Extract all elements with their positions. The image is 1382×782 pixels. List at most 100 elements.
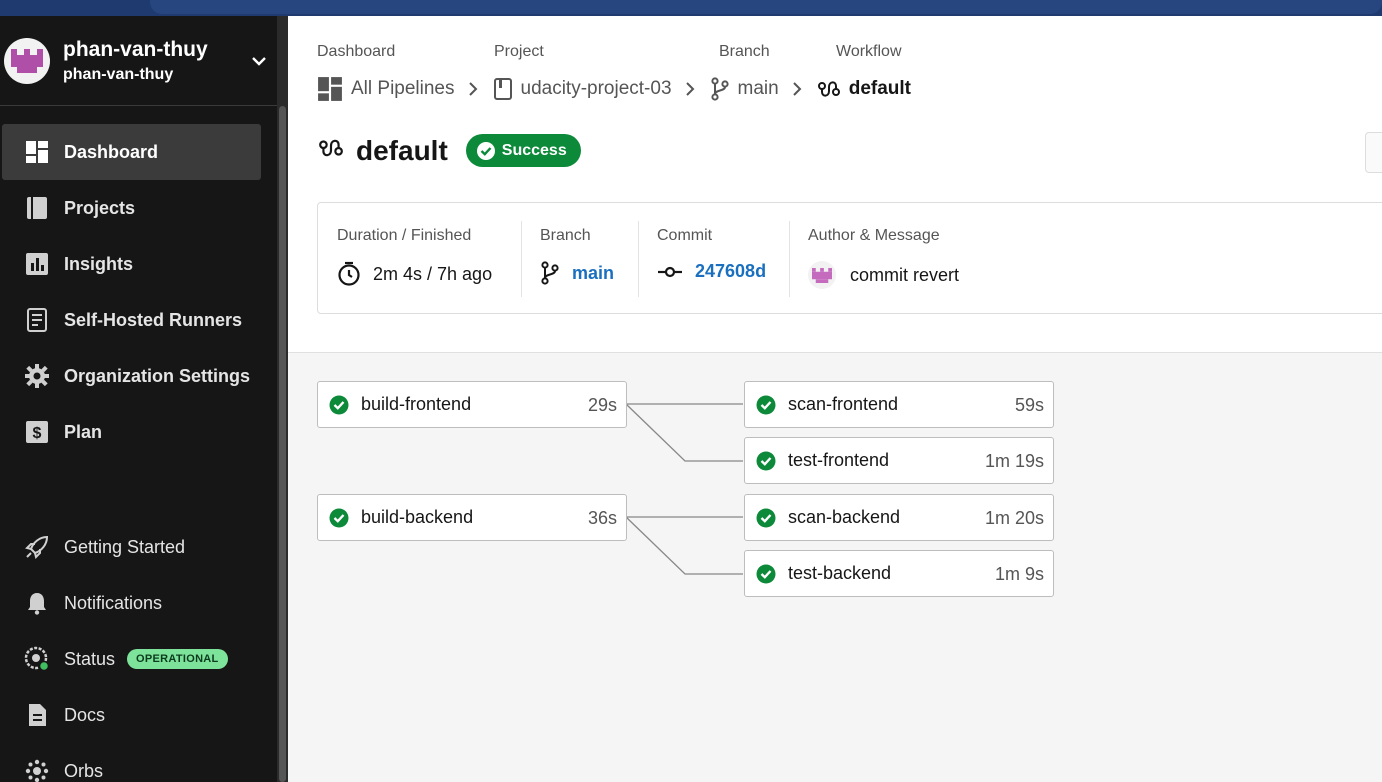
rocket-icon (24, 534, 50, 560)
commit-label: Commit (657, 227, 713, 244)
browser-toolbar (0, 0, 1382, 16)
nav-item-insights[interactable]: Insights (2, 236, 261, 292)
status-badge: OPERATIONAL (127, 649, 228, 669)
job-test-backend[interactable]: test-backend 1m 9s (744, 550, 1054, 597)
project-icon (493, 77, 513, 101)
workflow-title-row: default Success (318, 134, 581, 167)
nav-item-getting-started[interactable]: Getting Started (2, 519, 261, 575)
nav-label: Notifications (64, 592, 163, 613)
nav-item-projects[interactable]: Projects (2, 180, 261, 236)
nav-label: Getting Started (64, 536, 186, 557)
divider (521, 221, 522, 297)
nav-item-docs[interactable]: Docs (2, 687, 261, 743)
breadcrumb-project[interactable]: udacity-project-03 (521, 78, 672, 100)
branch-link[interactable]: main (572, 263, 614, 284)
runners-icon (24, 307, 50, 333)
author-avatar (808, 261, 836, 289)
sidebar-scrollbar[interactable] (277, 16, 288, 782)
nav-label: Orbs (64, 760, 104, 781)
orbs-icon (24, 758, 50, 782)
svg-text:$: $ (33, 425, 42, 442)
dollar-icon: $ (24, 419, 50, 445)
org-avatar (4, 37, 50, 84)
job-name: build-backend (361, 507, 474, 527)
status-badge: Success (465, 134, 581, 167)
scrollbar-thumb[interactable] (279, 106, 286, 782)
gear-icon (24, 363, 50, 389)
org-username: phan-van-thuy (63, 65, 174, 83)
commit-message: commit revert (850, 264, 960, 285)
chevron-right-icon (791, 81, 803, 97)
workflow-graph: build-frontend 29s scan-frontend 59s tes… (288, 354, 1382, 782)
workflow-icon (318, 136, 344, 165)
dashboard-icon (24, 139, 50, 165)
job-duration: 29s (587, 395, 617, 415)
success-check-icon (756, 564, 776, 583)
chevron-right-icon (467, 81, 479, 97)
job-build-backend[interactable]: build-backend 36s (317, 494, 627, 541)
job-duration: 1m 19s (984, 451, 1044, 471)
insights-icon (24, 251, 50, 277)
workflow-header: Dashboard Project Branch Workflow All Pi… (288, 16, 1382, 353)
page-title: default (356, 134, 448, 166)
actions-button[interactable] (1365, 132, 1382, 173)
nav-item-organization-settings[interactable]: Organization Settings (2, 348, 261, 404)
duration-label: Duration / Finished (337, 227, 472, 244)
success-check-icon (329, 395, 349, 414)
status-icon (24, 646, 50, 672)
nav-label: Status (64, 648, 116, 669)
job-scan-frontend[interactable]: scan-frontend 59s (744, 381, 1054, 428)
success-check-icon (756, 395, 776, 414)
breadcrumb-label-workflow: Workflow (836, 43, 902, 60)
nav-item-plan[interactable]: $ Plan (2, 404, 261, 460)
org-name: phan-van-thuy (63, 37, 208, 61)
divider (789, 221, 790, 297)
workflow-info-card: Duration / Finished 2m 4s / 7h ago Branc… (317, 202, 1382, 314)
check-circle-icon (476, 141, 495, 160)
job-name: test-backend (788, 563, 892, 583)
job-build-frontend[interactable]: build-frontend 29s (317, 381, 627, 428)
job-name: scan-frontend (788, 394, 899, 414)
duration-value: 2m 4s / 7h ago (373, 263, 493, 284)
job-name: test-frontend (788, 450, 890, 470)
branch-label: Branch (540, 227, 591, 244)
breadcrumb-all-pipelines[interactable]: All Pipelines (351, 78, 455, 100)
commit-link[interactable]: 247608d (695, 261, 766, 282)
nav-label: Plan (64, 421, 103, 442)
branch-icon (540, 261, 560, 285)
divider (638, 221, 639, 297)
nav-label: Docs (64, 704, 106, 725)
nav-label: Insights (64, 253, 134, 274)
commit-icon (657, 265, 683, 279)
chevron-right-icon (684, 81, 696, 97)
org-switcher[interactable]: phan-van-thuy phan-van-thuy (0, 16, 277, 106)
success-check-icon (329, 508, 349, 527)
timer-icon (337, 261, 361, 287)
job-duration: 59s (1014, 395, 1044, 415)
avatar-icon (11, 48, 43, 73)
chevron-down-icon[interactable] (250, 52, 268, 75)
author-label: Author & Message (808, 227, 940, 244)
job-test-frontend[interactable]: test-frontend 1m 19s (744, 437, 1054, 484)
success-check-icon (756, 451, 776, 470)
breadcrumb: All Pipelines udacity-project-03 main de… (317, 76, 911, 102)
status-label: Success (501, 141, 567, 159)
job-scan-backend[interactable]: scan-backend 1m 20s (744, 494, 1054, 541)
nav-label: Self-Hosted Runners (64, 309, 243, 330)
nav-item-orbs[interactable]: Orbs (2, 743, 261, 782)
nav-item-status[interactable]: Status OPERATIONAL (2, 631, 261, 687)
breadcrumb-label-dashboard: Dashboard (317, 43, 396, 60)
nav-item-dashboard[interactable]: Dashboard (2, 124, 261, 180)
nav-item-notifications[interactable]: Notifications (2, 575, 261, 631)
success-check-icon (756, 508, 776, 527)
docs-icon (24, 702, 50, 728)
address-bar[interactable] (150, 0, 1382, 14)
all-pipelines-icon (317, 76, 343, 102)
job-duration: 1m 9s (994, 564, 1044, 584)
nav-label: Organization Settings (64, 365, 251, 386)
breadcrumb-branch[interactable]: main (738, 78, 779, 100)
secondary-nav: Getting Started Notifications Status OPE… (0, 519, 261, 782)
job-duration: 36s (587, 508, 617, 528)
nav-item-self-hosted-runners[interactable]: Self-Hosted Runners (2, 292, 261, 348)
branch-icon (710, 77, 730, 101)
